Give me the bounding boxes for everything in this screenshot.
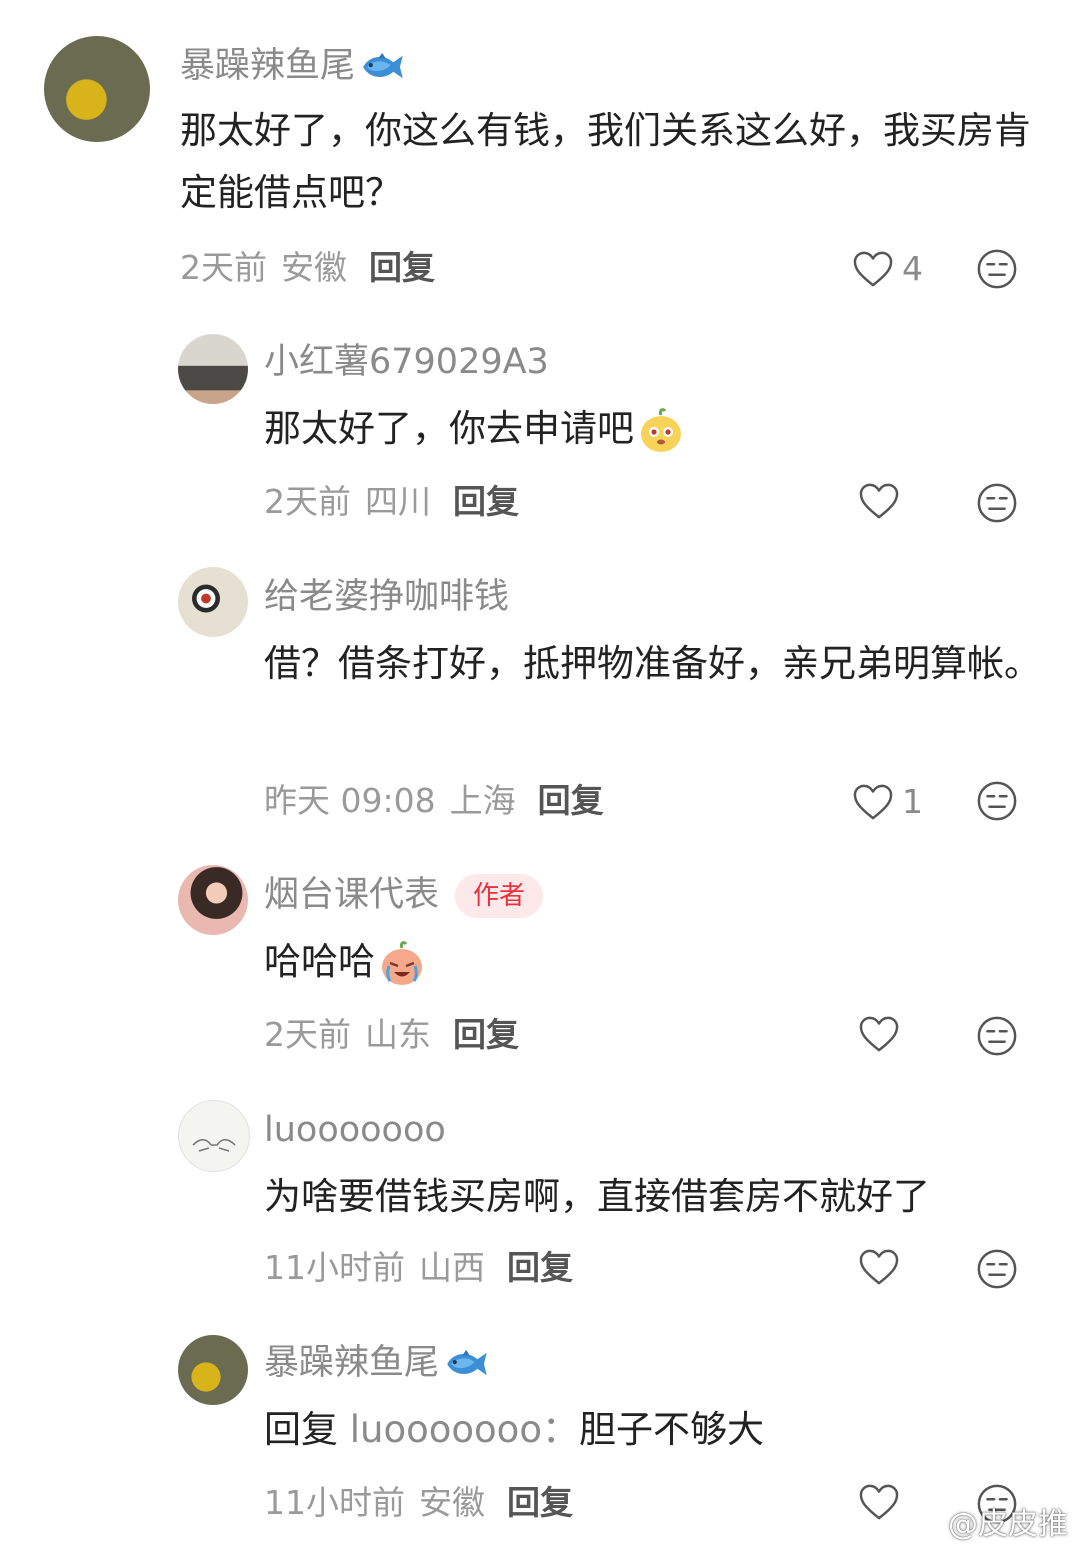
heart-outline-icon [852, 250, 894, 288]
comment-meta: 2天前 山东 回复 [264, 1013, 519, 1057]
comment-text-content: 胆子不够大 [578, 1408, 764, 1451]
heart-outline-icon [858, 1015, 900, 1053]
comment-time: 昨天 09:08 [264, 781, 436, 820]
comment-text: 哈哈哈 [264, 931, 1044, 993]
like-button[interactable] [858, 1015, 908, 1053]
like-button[interactable] [858, 1483, 908, 1521]
weibo-logo-icon [906, 1508, 941, 1536]
neutral-face-icon[interactable] [976, 780, 1018, 822]
comment-text: 那太好了，你去申请吧 [264, 398, 1044, 460]
avatar[interactable] [178, 567, 248, 637]
reply-target-user[interactable]: luooooooo： [350, 1408, 579, 1451]
comment-meta: 昨天 09:08 上海 回复 [264, 779, 604, 823]
fish-icon [443, 1348, 491, 1380]
comment-item: 暴躁辣鱼尾 那太好了，你这么有钱，我们关系这么好，我买房肯定能借点吧？ 2天前安… [0, 0, 1080, 320]
comment-meta: 11小时前 山西 回复 [264, 1246, 573, 1290]
reply-item: 给老婆挣咖啡钱 借？借条打好，抵押物准备好，亲兄弟明算帐。 昨天 09:08 上海… [0, 555, 1080, 855]
avatar[interactable] [178, 334, 248, 404]
comment-location: 四川 [365, 482, 431, 521]
heart-outline-icon [858, 482, 900, 520]
neutral-face-icon[interactable] [976, 248, 1018, 290]
fish-icon [359, 51, 407, 83]
username[interactable]: 暴躁辣鱼尾 [264, 1341, 491, 1385]
reply-item: 小红薯679029A3 那太好了，你去申请吧 2天前 四川 回复 [0, 320, 1080, 560]
comment-text: 为啥要借钱买房啊，直接借套房不就好了 [264, 1175, 930, 1218]
reply-button[interactable]: 回复 [507, 1483, 573, 1522]
username[interactable]: luooooooo [264, 1108, 446, 1152]
heart-outline-icon [852, 783, 894, 821]
comment-text: 借？借条打好，抵押物准备好，亲兄弟明算帐。 [264, 642, 1041, 685]
reply-button[interactable]: 回复 [453, 1015, 519, 1054]
heart-outline-icon [858, 1248, 900, 1286]
comment-location: 安徽 [281, 248, 347, 287]
heart-outline-icon [858, 1483, 900, 1521]
like-button[interactable] [858, 1248, 908, 1286]
author-badge: 作者 [455, 874, 544, 918]
comment-location: 上海 [449, 781, 516, 820]
reply-button[interactable]: 回复 [453, 482, 519, 521]
avatar[interactable] [178, 1100, 250, 1172]
mango-face-emoji-icon [641, 407, 681, 452]
comment-location: 山西 [419, 1248, 485, 1287]
crying-laugh-emoji-icon [382, 940, 422, 985]
reply-item: 烟台课代表 作者 哈哈哈 2天前 山东 回复 [0, 855, 1080, 1090]
hands-sketch-icon [192, 1138, 236, 1152]
neutral-face-icon[interactable] [976, 1015, 1018, 1057]
comment-location: 山东 [365, 1015, 431, 1054]
reply-button[interactable]: 回复 [507, 1248, 573, 1287]
username-text[interactable]: 烟台课代表 [264, 875, 439, 915]
username[interactable]: 给老婆挣咖啡钱 [264, 575, 509, 619]
neutral-face-icon[interactable] [976, 1248, 1018, 1290]
comment-time: 2天前 [180, 248, 267, 287]
comment-time: 2天前 [264, 1015, 351, 1054]
username[interactable]: 暴躁辣鱼尾 [180, 44, 407, 88]
like-count: 1 [902, 782, 923, 821]
username[interactable]: 烟台课代表 作者 [264, 873, 544, 918]
like-button[interactable] [858, 482, 908, 520]
like-count: 4 [902, 249, 923, 288]
reply-button[interactable]: 回复 [369, 248, 435, 287]
comment-text-content: 那太好了，你去申请吧 [264, 407, 634, 450]
comment-meta: 2天前 四川 回复 [264, 480, 519, 524]
comment-text: 回复 luooooooo：胆子不够大 [264, 1399, 1054, 1461]
comment-time: 11小时前 [264, 1248, 405, 1287]
avatar[interactable] [44, 36, 150, 142]
watermark: @皮皮推 [906, 1499, 1068, 1543]
comment-location: 安徽 [419, 1483, 485, 1522]
comment-meta: 11小时前 安徽 回复 [264, 1481, 573, 1525]
comment-text-content: 哈哈哈 [264, 940, 375, 983]
reply-prefix: 回复 [264, 1408, 338, 1451]
neutral-face-icon[interactable] [976, 482, 1018, 524]
comment-time: 11小时前 [264, 1483, 405, 1522]
avatar[interactable] [178, 865, 248, 935]
username-text[interactable]: 暴躁辣鱼尾 [180, 46, 355, 86]
avatar[interactable] [178, 1335, 248, 1405]
comment-text: 那太好了，你这么有钱，我们关系这么好，我买房肯定能借点吧？ [180, 109, 1031, 214]
like-button[interactable]: 1 [852, 780, 923, 824]
reply-button[interactable]: 回复 [538, 781, 604, 820]
like-button[interactable]: 4 [852, 247, 923, 291]
username[interactable]: 小红薯679029A3 [264, 340, 549, 384]
watermark-text: @皮皮推 [948, 1507, 1068, 1542]
username-text[interactable]: 暴躁辣鱼尾 [264, 1343, 439, 1383]
comment-time: 2天前 [264, 482, 351, 521]
reply-item: luooooooo 为啥要借钱买房啊，直接借套房不就好了 11小时前 山西 回复 [0, 1090, 1080, 1325]
comment-meta: 2天前 安徽 回复 [180, 246, 435, 290]
